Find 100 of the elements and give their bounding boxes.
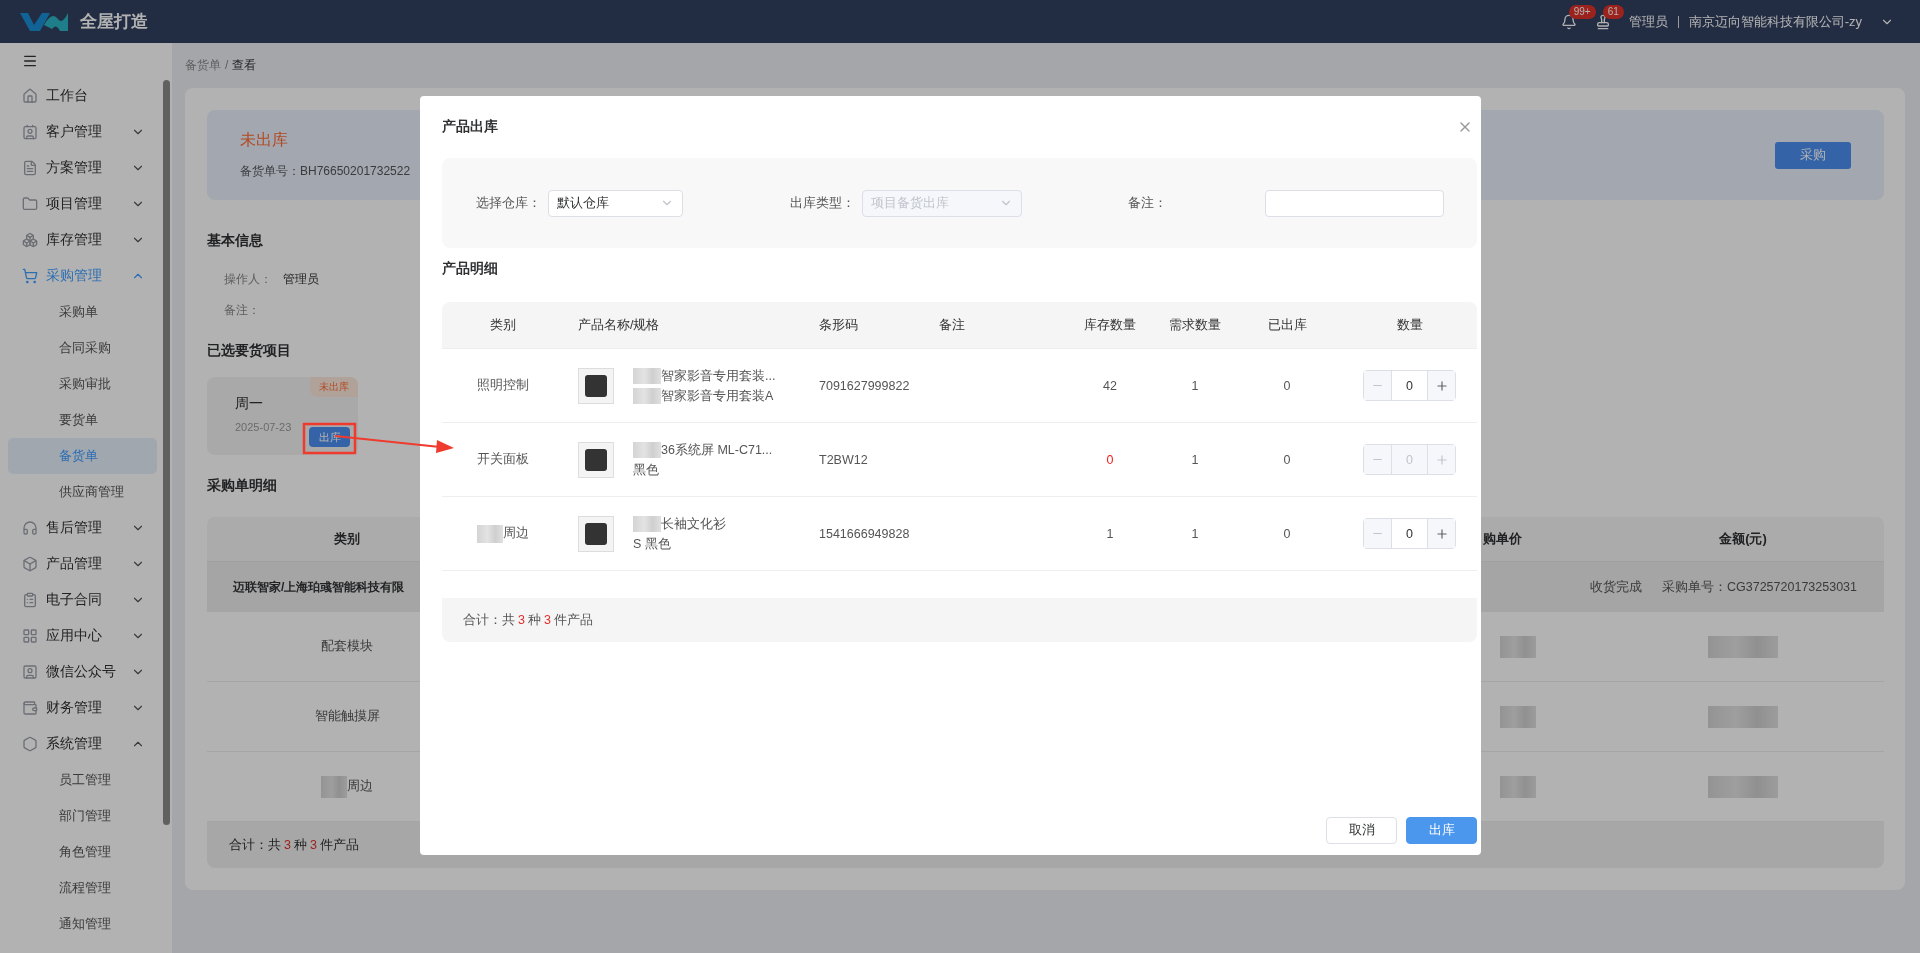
section-heading: 已选要货项目 bbox=[207, 341, 292, 360]
plus-button[interactable] bbox=[1428, 519, 1455, 548]
field-label: 选择仓库： bbox=[476, 194, 542, 212]
field-label: 出库类型： bbox=[790, 194, 856, 212]
grid-icon bbox=[22, 628, 38, 644]
home-icon bbox=[22, 88, 38, 104]
status-tag: 未出库 bbox=[310, 377, 358, 397]
quantity-stepper[interactable]: 0 bbox=[1363, 518, 1456, 549]
column-header: 条形码 bbox=[819, 302, 939, 349]
table-cell: 配套模块 bbox=[321, 638, 373, 655]
item-date: 2025-07-23 bbox=[235, 421, 293, 433]
plus-icon bbox=[1434, 452, 1449, 467]
column-header: 数量 bbox=[1342, 302, 1477, 349]
barcode: 1541666949828 bbox=[819, 526, 910, 541]
receipt-status: 收货完成 bbox=[1590, 578, 1642, 596]
plus-icon bbox=[1434, 378, 1449, 393]
barcode: T2BW12 bbox=[819, 452, 868, 467]
stock-quantity: 0 bbox=[1106, 452, 1114, 467]
table-cell: 智能触摸屏 bbox=[314, 708, 380, 725]
sidebar-subitem[interactable]: 流程管理 bbox=[8, 870, 157, 906]
wallet-icon bbox=[22, 700, 38, 716]
product-name: 智家影音专用套装... bbox=[661, 367, 776, 384]
demand-quantity: 1 bbox=[1191, 378, 1199, 393]
count-badge: 61 bbox=[1602, 4, 1624, 19]
sidebar-subitem[interactable]: 要货单 bbox=[8, 402, 157, 438]
company-name[interactable]: 南京迈向智能科技有限公司-zy bbox=[1688, 12, 1862, 31]
total-summary: 合计：共 3 种 3 件产品 bbox=[229, 836, 359, 854]
item-name: 周一 bbox=[235, 395, 264, 413]
column-header: 购单价 bbox=[1481, 517, 1602, 562]
demand-quantity: 1 bbox=[1191, 526, 1199, 541]
logo-icon bbox=[20, 10, 68, 33]
plus-icon bbox=[1434, 526, 1449, 541]
sidebar-subitem[interactable]: 供应商管理 bbox=[8, 474, 157, 510]
product-spec: 黑色 bbox=[633, 461, 659, 478]
headset-icon bbox=[22, 520, 38, 536]
field-label: 备注： bbox=[1128, 194, 1168, 212]
table-cell: 开关面板 bbox=[477, 451, 529, 468]
section-heading: 采购单明细 bbox=[207, 476, 278, 495]
shipped-quantity: 0 bbox=[1283, 526, 1291, 541]
input-field[interactable] bbox=[1265, 189, 1444, 217]
product-name: 36系统屏 ML-C71... bbox=[661, 441, 773, 458]
sidebar-subitem[interactable]: 部门管理 bbox=[8, 798, 157, 834]
scrollbar[interactable] bbox=[163, 80, 170, 825]
breadcrumb-separator: / bbox=[225, 58, 229, 72]
stock-quantity: 42 bbox=[1103, 378, 1117, 393]
sidebar-subitem[interactable]: 采购审批 bbox=[8, 366, 157, 402]
highlight-frame bbox=[302, 422, 357, 455]
product-spec: S 黑色 bbox=[633, 535, 671, 552]
stock-quantity: 1 bbox=[1106, 526, 1114, 541]
section-heading: 产品明细 bbox=[442, 259, 499, 278]
sidebar-subitem[interactable]: 角色管理 bbox=[8, 834, 157, 870]
supplier-name: 迈联智家/上海珀彧智能科技有限 bbox=[233, 578, 405, 596]
shipped-quantity: 0 bbox=[1283, 378, 1291, 393]
quantity-stepper[interactable]: 0 bbox=[1363, 370, 1456, 401]
sidebar-subitem[interactable]: 采购单 bbox=[8, 294, 157, 330]
cancel-button[interactable]: 取消 bbox=[1326, 817, 1397, 844]
field-label: 备注： bbox=[224, 302, 261, 319]
app-title: 全屋打造 bbox=[80, 11, 148, 33]
bell-icon[interactable] bbox=[1560, 13, 1577, 30]
purchase-order-number: 采购单号：CG3725720173253031 bbox=[1662, 578, 1857, 596]
shipped-quantity: 0 bbox=[1283, 452, 1291, 467]
clipboard-icon bbox=[22, 592, 38, 608]
select-field[interactable]: 默认仓库 bbox=[548, 189, 683, 217]
count-badge: 99+ bbox=[1568, 4, 1596, 19]
status-text: 未出库 bbox=[240, 130, 289, 150]
boxes-icon bbox=[22, 232, 38, 248]
user-name[interactable]: 管理员 bbox=[1628, 12, 1668, 31]
section-heading: 基本信息 bbox=[207, 231, 264, 250]
column-header: 库存数量 bbox=[1062, 302, 1158, 349]
product-photo-placeholder bbox=[578, 441, 614, 478]
cart-icon bbox=[22, 268, 38, 284]
sidebar-subitem[interactable]: 合同采购 bbox=[8, 330, 157, 366]
column-header: 备注 bbox=[939, 302, 1062, 349]
folder-icon bbox=[22, 196, 38, 212]
document-icon bbox=[22, 160, 38, 176]
column-header: 金额(元) bbox=[1602, 517, 1884, 562]
dialog-title: 产品出库 bbox=[442, 118, 498, 136]
sidebar-subitem[interactable]: 通知管理 bbox=[8, 906, 157, 942]
product-photo-placeholder bbox=[578, 367, 614, 404]
breadcrumb-item[interactable]: 查看 bbox=[232, 56, 257, 74]
column-header: 需求数量 bbox=[1158, 302, 1232, 349]
hexagon-icon bbox=[22, 736, 38, 752]
product-name: 长袖文化衫 bbox=[661, 515, 726, 532]
barcode: 7091627999822 bbox=[819, 378, 910, 393]
column-header: 类别 bbox=[442, 302, 564, 349]
table-cell: 周边 bbox=[503, 525, 529, 542]
box-icon bbox=[22, 556, 38, 572]
column-header: 已出库 bbox=[1232, 302, 1342, 349]
contact-card-icon bbox=[22, 124, 38, 140]
product-photo-placeholder bbox=[578, 515, 614, 552]
field-label: 操作人： bbox=[224, 271, 273, 288]
plus-button[interactable] bbox=[1428, 371, 1455, 400]
field-value: 管理员 bbox=[283, 271, 319, 288]
sidebar-subitem[interactable]: 员工管理 bbox=[8, 762, 157, 798]
table-cell: 照明控制 bbox=[477, 377, 529, 394]
order-number: 备货单号：BH76650201732522 bbox=[240, 163, 411, 180]
user-square-icon bbox=[22, 664, 38, 680]
column-header: 产品名称/规格 bbox=[564, 302, 819, 349]
table-cell: 周边 bbox=[347, 778, 373, 795]
product-spec: 智家影音专用套装A bbox=[661, 387, 774, 404]
